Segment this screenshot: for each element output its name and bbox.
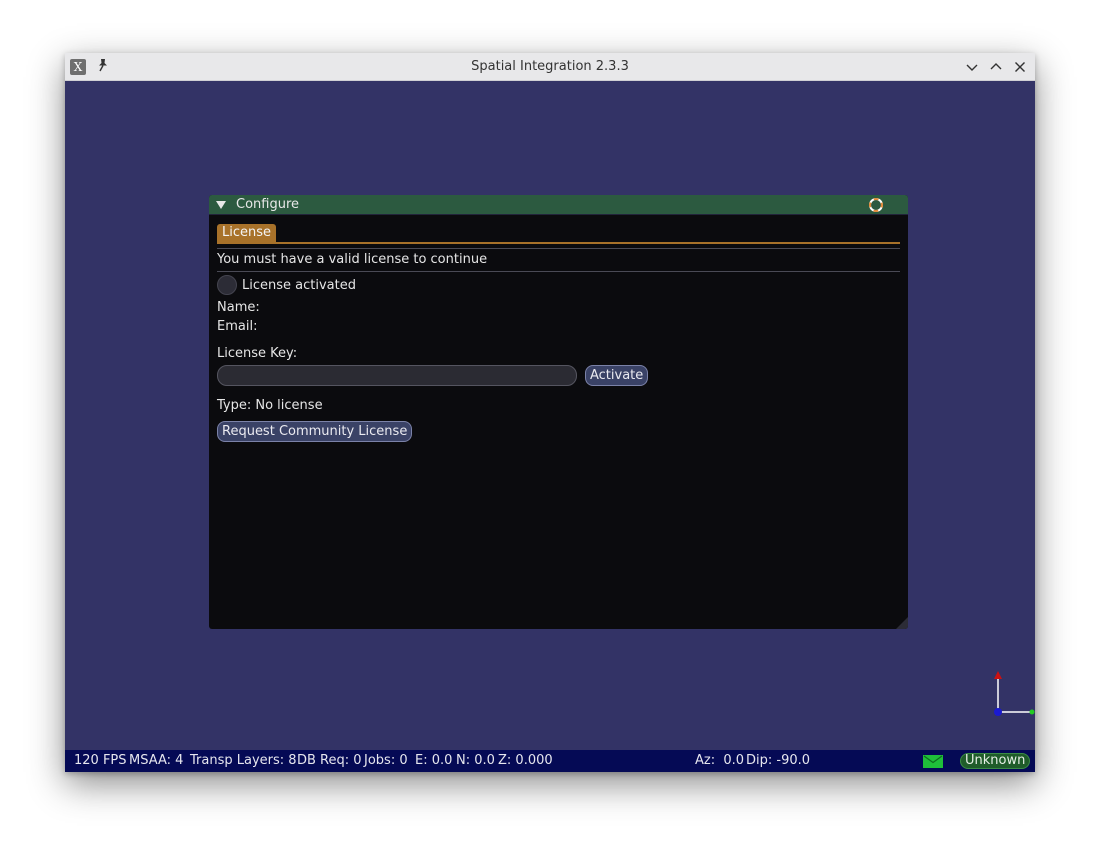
azimuth-readout: Az: 0.0 [695, 753, 745, 768]
3d-viewport[interactable]: Configure License You must have a valid … [65, 81, 1035, 750]
axis-gizmo [994, 671, 1035, 716]
maximize-button[interactable] [986, 57, 1006, 77]
divider [217, 248, 900, 249]
request-community-license-button[interactable]: Request Community License [217, 421, 413, 442]
resize-grip[interactable] [894, 615, 908, 629]
license-activated-checkbox[interactable] [217, 275, 237, 295]
dip-readout: Dip: -90.0 [746, 753, 811, 768]
mail-icon[interactable] [923, 755, 943, 768]
easting-readout: E: 0.0 [415, 753, 453, 768]
transp-layers-readout: Transp Layers: 8 [190, 753, 297, 768]
jobs-readout: Jobs: 0 [364, 753, 408, 768]
divider [217, 271, 900, 272]
close-button[interactable] [1010, 57, 1030, 77]
email-label: Email: [217, 319, 258, 334]
connection-status-badge[interactable]: Unknown [960, 753, 1031, 769]
panel-close-icon[interactable] [868, 197, 884, 213]
tab-license[interactable]: License [217, 224, 277, 242]
configure-panel: Configure License You must have a valid … [209, 195, 908, 629]
app-window: X Spatial Integration 2.3.3 Configure Li… [65, 53, 1035, 772]
db-req-readout: DB Req: 0 [297, 753, 362, 768]
fps-readout: 120 FPS [74, 753, 127, 768]
msaa-readout: MSAA: 4 [129, 753, 184, 768]
license-activated-label: License activated [242, 278, 356, 293]
panel-header[interactable]: Configure [209, 195, 908, 215]
panel-body: License You must have a valid license to… [217, 215, 900, 629]
elevation-readout: Z: 0.000 [498, 753, 553, 768]
minimize-button[interactable] [962, 57, 982, 77]
close-icon [1015, 62, 1025, 72]
license-key-input[interactable] [217, 365, 577, 386]
title-bar[interactable]: X Spatial Integration 2.3.3 [65, 53, 1035, 81]
license-required-message: You must have a valid license to continu… [217, 252, 488, 267]
collapse-arrow-icon[interactable] [215, 198, 227, 212]
panel-title: Configure [236, 197, 300, 212]
name-label: Name: [217, 300, 260, 315]
northing-readout: N: 0.0 [456, 753, 495, 768]
tab-bar: License [217, 224, 900, 244]
license-key-label: License Key: [217, 346, 298, 361]
status-bar: 120 FPS MSAA: 4 Transp Layers: 8 DB Req:… [65, 750, 1035, 772]
activate-button[interactable]: Activate [585, 365, 649, 386]
chevron-up-icon [990, 63, 1002, 70]
window-title: Spatial Integration 2.3.3 [471, 59, 629, 74]
license-type-text: Type: No license [217, 398, 323, 413]
chevron-down-icon [966, 64, 978, 71]
